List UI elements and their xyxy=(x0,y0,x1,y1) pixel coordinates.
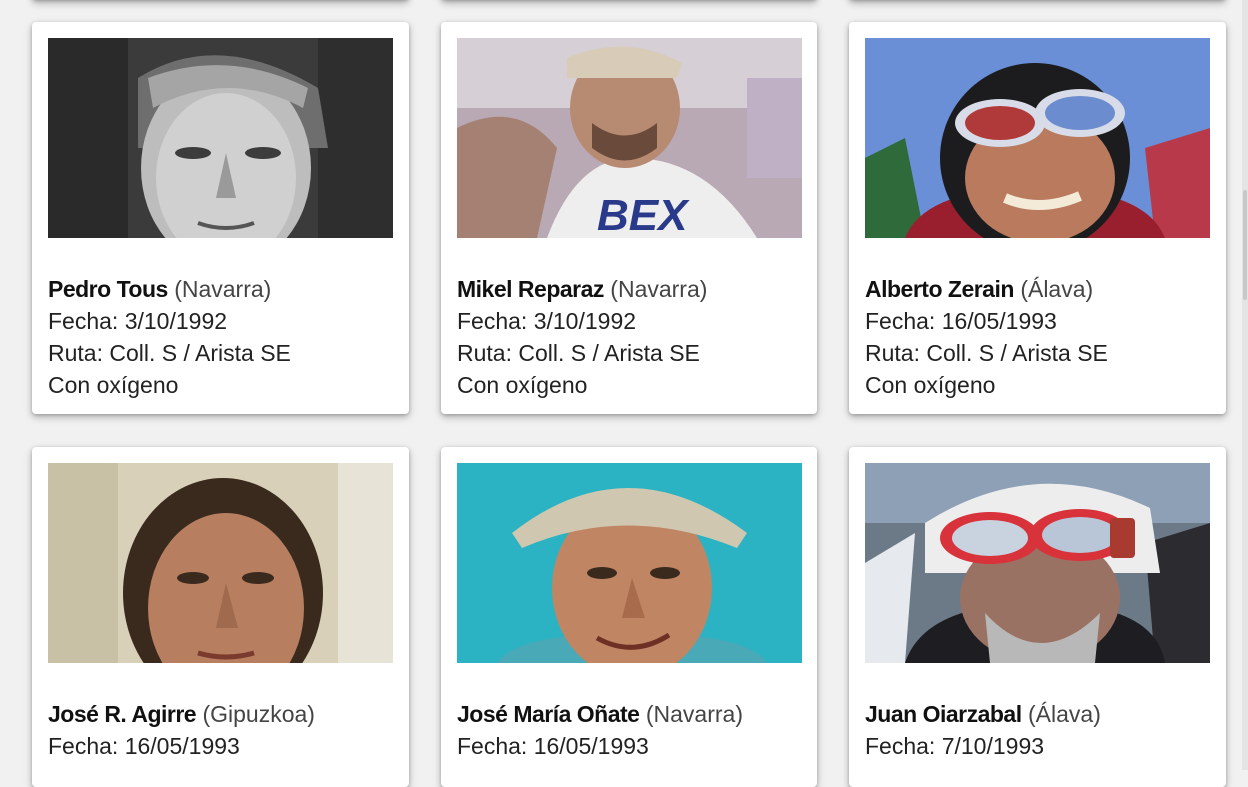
climber-title: Mikel Reparaz (Navarra) xyxy=(457,273,707,305)
climber-province: (Navarra) xyxy=(174,276,272,302)
climber-name: Pedro Tous xyxy=(48,276,168,302)
climber-photo xyxy=(48,38,393,238)
svg-text:BEX: BEX xyxy=(597,191,690,238)
climber-title: Pedro Tous (Navarra) xyxy=(48,273,291,305)
climber-name: Alberto Zerain xyxy=(865,276,1014,302)
climbers-grid: Pedro Tous (Navarra) Fecha: 3/10/1992 Ru… xyxy=(0,0,1248,787)
ascent-route: Ruta: Coll. S / Arista SE xyxy=(865,340,1108,366)
climber-card[interactable]: José R. Agirre (Gipuzkoa) Fecha: 16/05/1… xyxy=(32,447,409,787)
page-scrollbar[interactable] xyxy=(1242,0,1248,770)
climber-name: Mikel Reparaz xyxy=(457,276,604,302)
climber-title: José R. Agirre (Gipuzkoa) xyxy=(48,698,315,730)
oxygen-status: Con oxígeno xyxy=(48,372,179,398)
climber-title: José María Oñate (Navarra) xyxy=(457,698,743,730)
climber-title: Alberto Zerain (Álava) xyxy=(865,273,1108,305)
climber-photo xyxy=(457,463,802,663)
ascent-route: Ruta: Coll. S / Arista SE xyxy=(48,340,291,366)
climber-card[interactable]: Alberto Zerain (Álava) Fecha: 16/05/1993… xyxy=(849,22,1226,414)
climber-info: Pedro Tous (Navarra) Fecha: 3/10/1992 Ru… xyxy=(48,273,291,401)
climber-card[interactable]: BEX Mikel Reparaz (Navarra) Fecha: 3/10/… xyxy=(441,22,817,414)
climber-info: José María Oñate (Navarra) Fecha: 16/05/… xyxy=(457,698,743,762)
ascent-date: Fecha: 16/05/1993 xyxy=(865,308,1057,334)
ascent-date: Fecha: 3/10/1992 xyxy=(48,308,228,334)
climber-province: (Navarra) xyxy=(645,701,743,727)
ascent-date: Fecha: 16/05/1993 xyxy=(457,733,649,759)
climber-photo xyxy=(865,463,1210,663)
climber-province: (Gipuzkoa) xyxy=(202,701,315,727)
climber-info: Alberto Zerain (Álava) Fecha: 16/05/1993… xyxy=(865,273,1108,401)
ascent-date: Fecha: 16/05/1993 xyxy=(48,733,240,759)
climber-photo xyxy=(865,38,1210,238)
climber-card[interactable]: Pedro Tous (Navarra) Fecha: 3/10/1992 Ru… xyxy=(32,22,409,414)
climber-province: (Navarra) xyxy=(610,276,708,302)
ascent-route: Ruta: Coll. S / Arista SE xyxy=(457,340,700,366)
climber-title: Juan Oiarzabal (Álava) xyxy=(865,698,1101,730)
climber-info: José R. Agirre (Gipuzkoa) Fecha: 16/05/1… xyxy=(48,698,315,762)
oxygen-status: Con oxígeno xyxy=(457,372,588,398)
climber-name: José R. Agirre xyxy=(48,701,197,727)
climber-photo xyxy=(48,463,393,663)
climber-name: José María Oñate xyxy=(457,701,640,727)
climber-province: (Álava) xyxy=(1020,276,1094,302)
climber-card[interactable]: Juan Oiarzabal (Álava) Fecha: 7/10/1993 xyxy=(849,447,1226,787)
climber-info: Juan Oiarzabal (Álava) Fecha: 7/10/1993 xyxy=(865,698,1101,762)
ascent-date: Fecha: 3/10/1992 xyxy=(457,308,637,334)
climber-province: (Álava) xyxy=(1028,701,1101,727)
climber-name: Juan Oiarzabal xyxy=(865,701,1022,727)
climber-card[interactable]: José María Oñate (Navarra) Fecha: 16/05/… xyxy=(441,447,817,787)
scrollbar-thumb[interactable] xyxy=(1243,190,1247,300)
oxygen-status: Con oxígeno xyxy=(865,372,996,398)
climber-photo: BEX xyxy=(457,38,802,238)
climber-info: Mikel Reparaz (Navarra) Fecha: 3/10/1992… xyxy=(457,273,707,401)
ascent-date: Fecha: 7/10/1993 xyxy=(865,733,1045,759)
